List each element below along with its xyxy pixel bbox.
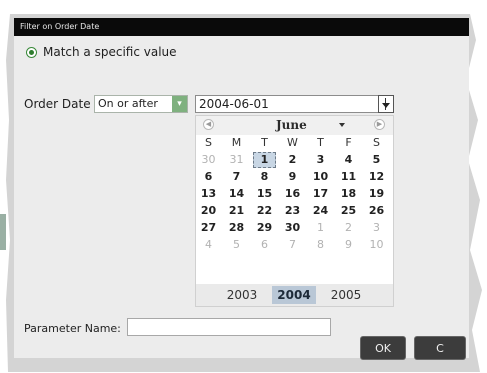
calendar-day[interactable]: 31 — [225, 152, 248, 168]
calendar-day[interactable]: 8 — [309, 237, 332, 253]
calendar-day[interactable]: 6 — [197, 169, 220, 185]
radio-selected-dot — [29, 49, 34, 55]
caret-down-icon — [382, 103, 390, 108]
calendar-day[interactable]: 3 — [309, 152, 332, 168]
calendar-day[interactable]: 10 — [309, 169, 332, 185]
calendar-day[interactable]: 8 — [253, 169, 276, 185]
calendar-day[interactable]: 5 — [365, 152, 388, 168]
date-input[interactable]: 2004-06-01 — [195, 95, 394, 113]
calendar-day[interactable]: 20 — [197, 203, 220, 219]
calendar-day[interactable]: 2 — [337, 220, 360, 236]
calendar-day[interactable]: 7 — [225, 169, 248, 185]
calendar-day[interactable]: 11 — [337, 169, 360, 185]
filter-dialog: Filter on Order Date Match a specific va… — [14, 18, 469, 358]
calendar-day[interactable]: 29 — [253, 220, 276, 236]
calendar-day[interactable]: 30 — [197, 152, 220, 168]
calendar-day[interactable]: 7 — [281, 237, 304, 253]
calendar-day[interactable]: 4 — [337, 152, 360, 168]
calendar-day[interactable]: 24 — [309, 203, 332, 219]
calendar-day[interactable]: 10 — [365, 237, 388, 253]
year-option[interactable]: 2004 — [272, 286, 316, 304]
weekday-header: M — [231, 136, 242, 149]
cancel-button[interactable]: C — [414, 336, 466, 360]
calendar-day[interactable]: 15 — [253, 186, 276, 202]
calendar-day[interactable]: 9 — [281, 169, 304, 185]
weekday-header: W — [287, 136, 298, 149]
calendar-day[interactable]: 13 — [197, 186, 220, 202]
operator-select[interactable]: On or after ▾ — [94, 95, 188, 113]
parameter-name-input[interactable] — [127, 318, 331, 336]
year-selector: 2003 2004 2005 — [196, 284, 393, 306]
calendar-day[interactable]: 23 — [281, 203, 304, 219]
calendar-day[interactable]: 30 — [281, 220, 304, 236]
order-date-label: Order Date — [24, 97, 91, 111]
calendar-day[interactable]: 16 — [281, 186, 304, 202]
weekday-header: S — [373, 136, 380, 149]
calendar-day[interactable]: 9 — [337, 237, 360, 253]
calendar-day[interactable]: 25 — [337, 203, 360, 219]
weekday-header: S — [205, 136, 212, 149]
weekday-header: T — [317, 136, 324, 149]
calendar-day[interactable]: 6 — [253, 237, 276, 253]
match-option-label: Match a specific value — [43, 45, 177, 59]
calendar-day[interactable]: 1 — [253, 152, 276, 168]
calendar-day[interactable]: 22 — [253, 203, 276, 219]
year-option[interactable]: 2003 — [220, 286, 264, 304]
background-panel-edge — [0, 214, 6, 250]
radio-button[interactable] — [26, 46, 37, 58]
calendar-day[interactable]: 5 — [225, 237, 248, 253]
calendar-header: ◀ June ▶ — [196, 116, 393, 135]
calendar-day[interactable]: 28 — [225, 220, 248, 236]
month-label[interactable]: June — [276, 118, 307, 132]
calendar-popup: ◀ June ▶ S M T W T F S 30 31 1 2 3 4 5 6 7 8 9 10 11 12 13 14 1… — [195, 115, 394, 307]
chevron-left-icon[interactable]: ◀ — [203, 119, 214, 130]
match-specific-option[interactable]: Match a specific value — [26, 44, 177, 60]
calendar-day[interactable]: 14 — [225, 186, 248, 202]
calendar-day[interactable]: 27 — [197, 220, 220, 236]
month-dropdown-icon[interactable] — [339, 123, 345, 127]
calendar-day[interactable]: 19 — [365, 186, 388, 202]
calendar-day[interactable]: 3 — [365, 220, 388, 236]
calendar-day[interactable]: 2 — [281, 152, 304, 168]
calendar-day[interactable]: 1 — [309, 220, 332, 236]
weekday-header: T — [261, 136, 268, 149]
weekday-header: F — [345, 136, 352, 149]
calendar-toggle-button[interactable] — [378, 95, 394, 113]
ok-button[interactable]: OK — [360, 336, 406, 360]
parameter-name-label: Parameter Name: — [24, 322, 121, 335]
operator-value: On or after — [98, 97, 158, 110]
calendar-day[interactable]: 4 — [197, 237, 220, 253]
dialog-title: Filter on Order Date — [14, 18, 469, 36]
calendar-day[interactable]: 12 — [365, 169, 388, 185]
chevron-down-icon[interactable]: ▾ — [172, 96, 187, 112]
chevron-right-icon[interactable]: ▶ — [374, 119, 385, 130]
calendar-day[interactable]: 18 — [337, 186, 360, 202]
calendar-day[interactable]: 21 — [225, 203, 248, 219]
calendar-day[interactable]: 17 — [309, 186, 332, 202]
year-option[interactable]: 2005 — [324, 286, 368, 304]
calendar-day[interactable]: 26 — [365, 203, 388, 219]
